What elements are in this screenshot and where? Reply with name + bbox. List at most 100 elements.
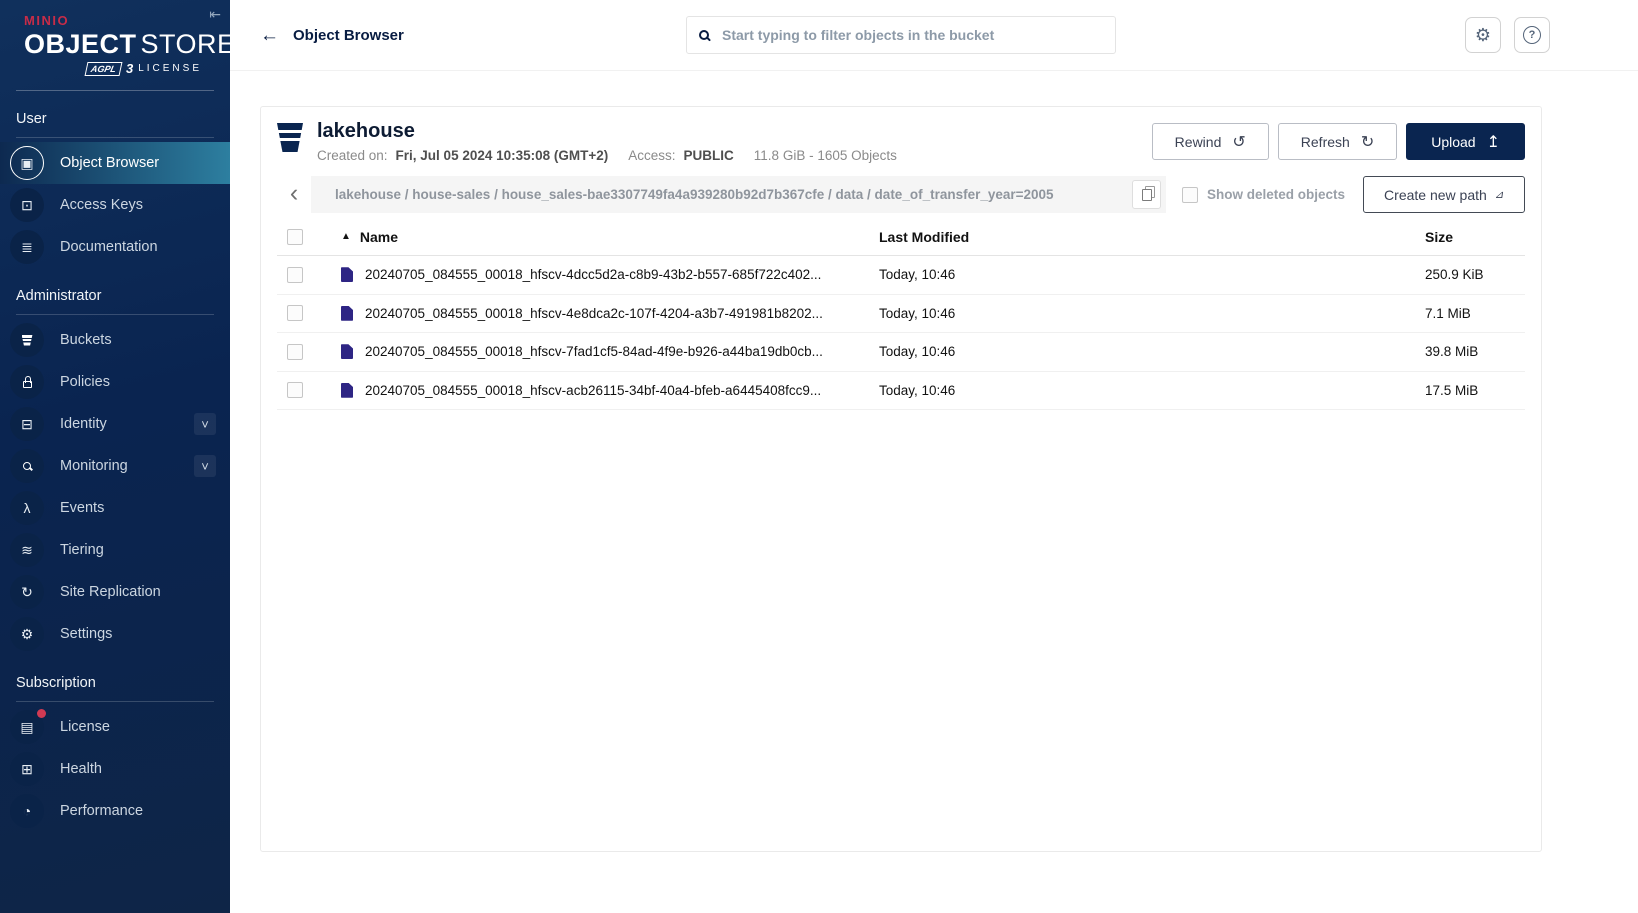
file-icon (341, 383, 353, 398)
breadcrumb-bar: ‹ lakehouse / house-sales / house_sales-… (277, 176, 1525, 213)
sidebar-item-tiering[interactable]: ≋ Tiering (0, 529, 230, 571)
object-browser-icon: ▣ (10, 146, 44, 180)
back-arrow-icon[interactable]: ← (260, 25, 279, 47)
buckets-icon (10, 323, 44, 357)
row-checkbox[interactable] (287, 267, 303, 283)
copy-path-button[interactable] (1132, 180, 1161, 209)
bucket-icon (277, 123, 303, 152)
tiering-icon: ≋ (10, 533, 44, 567)
column-header-name[interactable]: Name (360, 229, 398, 245)
license-row: AGPL 3 LICENSE (24, 61, 216, 76)
section-title-subscription: Subscription (0, 655, 230, 701)
file-icon (341, 267, 353, 282)
table-row[interactable]: 20240705_084555_00018_hfscv-4dcc5d2a-c8b… (277, 256, 1525, 295)
license-label: LICENSE (138, 63, 202, 74)
sidebar-item-settings[interactable]: ⚙ Settings (0, 613, 230, 655)
topbar: ← Object Browser ⚙ ? (230, 0, 1638, 71)
help-button[interactable]: ? (1514, 17, 1550, 53)
object-name[interactable]: 20240705_084555_00018_hfscv-acb26115-34b… (365, 383, 821, 398)
sidebar-item-monitoring[interactable]: Monitoring ˅ (0, 445, 230, 487)
sidebar-item-identity[interactable]: ⊟ Identity ˅ (0, 403, 230, 445)
brand-name: MINIO (24, 13, 216, 28)
sidebar-item-documentation[interactable]: ≣ Documentation (0, 226, 230, 268)
sidebar-item-label: Health (60, 761, 102, 777)
sidebar: ⇤ MINIO OBJECTSTORE AGPL 3 LICENSE User … (0, 0, 230, 913)
objects-table-header: ▲ Name Last Modified Size (277, 218, 1525, 256)
file-icon (341, 306, 353, 321)
sidebar-item-label: Object Browser (60, 155, 159, 171)
column-header-last-modified[interactable]: Last Modified (879, 229, 1425, 245)
sidebar-item-label: Access Keys (60, 197, 143, 213)
monitoring-icon (10, 449, 44, 483)
sidebar-item-label: Monitoring (60, 458, 128, 474)
table-row[interactable]: 20240705_084555_00018_hfscv-acb26115-34b… (277, 372, 1525, 411)
created-label: Created on: (317, 148, 388, 163)
performance-icon: ◔ (10, 794, 44, 828)
chevron-down-icon[interactable]: ˅ (194, 455, 216, 477)
show-deleted-checkbox[interactable] (1182, 187, 1198, 203)
object-name[interactable]: 20240705_084555_00018_hfscv-4dcc5d2a-c8b… (365, 267, 821, 282)
object-name[interactable]: 20240705_084555_00018_hfscv-7fad1cf5-84a… (365, 344, 823, 359)
sidebar-item-label: Performance (60, 803, 143, 819)
object-name[interactable]: 20240705_084555_00018_hfscv-4e8dca2c-107… (365, 306, 823, 321)
section-title-user: User (0, 91, 230, 137)
object-size: 39.8 MiB (1425, 344, 1525, 359)
sort-ascending-icon[interactable]: ▲ (341, 231, 351, 242)
search-input[interactable] (720, 26, 1103, 44)
sidebar-item-label: Site Replication (60, 584, 161, 600)
sidebar-item-health[interactable]: ⊞ Health (0, 748, 230, 790)
help-icon: ? (1523, 26, 1541, 44)
sidebar-item-events[interactable]: λ Events (0, 487, 230, 529)
sidebar-item-object-browser[interactable]: ▣ Object Browser (0, 142, 230, 184)
settings-gear-icon: ⚙ (10, 617, 44, 651)
bucket-name: lakehouse (317, 120, 1152, 143)
filter-search-box[interactable] (686, 16, 1116, 54)
refresh-button[interactable]: Refresh ↻ (1278, 123, 1397, 160)
agpl-badge: AGPL (84, 62, 122, 76)
copy-icon (1142, 189, 1151, 200)
sidebar-item-label: Buckets (60, 332, 112, 348)
policies-icon (10, 365, 44, 399)
row-checkbox[interactable] (287, 305, 303, 321)
documentation-icon: ≣ (10, 230, 44, 264)
product-name: OBJECTSTORE (24, 29, 216, 60)
sidebar-item-license[interactable]: ▤ License (0, 706, 230, 748)
show-deleted-toggle[interactable]: Show deleted objects (1182, 187, 1345, 203)
upload-button[interactable]: Upload ↥ (1406, 123, 1525, 160)
row-checkbox[interactable] (287, 344, 303, 360)
bucket-card: lakehouse Created on: Fri, Jul 05 2024 1… (260, 106, 1542, 852)
chevron-down-icon[interactable]: ˅ (194, 413, 216, 435)
table-row[interactable]: 20240705_084555_00018_hfscv-4e8dca2c-107… (277, 295, 1525, 334)
access-keys-icon: ⊡ (10, 188, 44, 222)
main-area: ← Object Browser ⚙ ? lakehouse Created o… (230, 0, 1638, 913)
sidebar-item-performance[interactable]: ◔ Performance (0, 790, 230, 832)
settings-button[interactable]: ⚙ (1465, 17, 1501, 53)
row-checkbox[interactable] (287, 382, 303, 398)
object-modified: Today, 10:46 (879, 267, 1425, 282)
create-new-path-button[interactable]: Create new path ⊿ (1363, 176, 1525, 213)
refresh-icon: ↻ (1361, 132, 1374, 152)
sidebar-item-label: Settings (60, 626, 112, 642)
sidebar-item-policies[interactable]: Policies (0, 361, 230, 403)
search-icon (699, 30, 709, 40)
object-size: 17.5 MiB (1425, 383, 1525, 398)
column-header-size[interactable]: Size (1425, 229, 1525, 245)
identity-icon: ⊟ (10, 407, 44, 441)
breadcrumb-strip: lakehouse / house-sales / house_sales-ba… (311, 176, 1166, 213)
license-alert-dot (37, 709, 46, 718)
upload-icon: ↥ (1487, 132, 1500, 152)
breadcrumb-back-icon[interactable]: ‹ (277, 176, 311, 213)
sidebar-item-site-replication[interactable]: ↻ Site Replication (0, 571, 230, 613)
create-path-icon: ⊿ (1494, 188, 1505, 201)
rewind-button[interactable]: Rewind ↺ (1152, 123, 1269, 160)
object-modified: Today, 10:46 (879, 344, 1425, 359)
gear-icon: ⚙ (1475, 25, 1491, 46)
sidebar-item-access-keys[interactable]: ⊡ Access Keys (0, 184, 230, 226)
bucket-meta: Created on: Fri, Jul 05 2024 10:35:08 (G… (317, 148, 1152, 163)
breadcrumb[interactable]: lakehouse / house-sales / house_sales-ba… (335, 187, 1124, 202)
events-icon: λ (10, 491, 44, 525)
sidebar-collapse-icon[interactable]: ⇤ (209, 6, 221, 23)
table-row[interactable]: 20240705_084555_00018_hfscv-7fad1cf5-84a… (277, 333, 1525, 372)
sidebar-item-buckets[interactable]: Buckets (0, 319, 230, 361)
select-all-checkbox[interactable] (287, 229, 303, 245)
